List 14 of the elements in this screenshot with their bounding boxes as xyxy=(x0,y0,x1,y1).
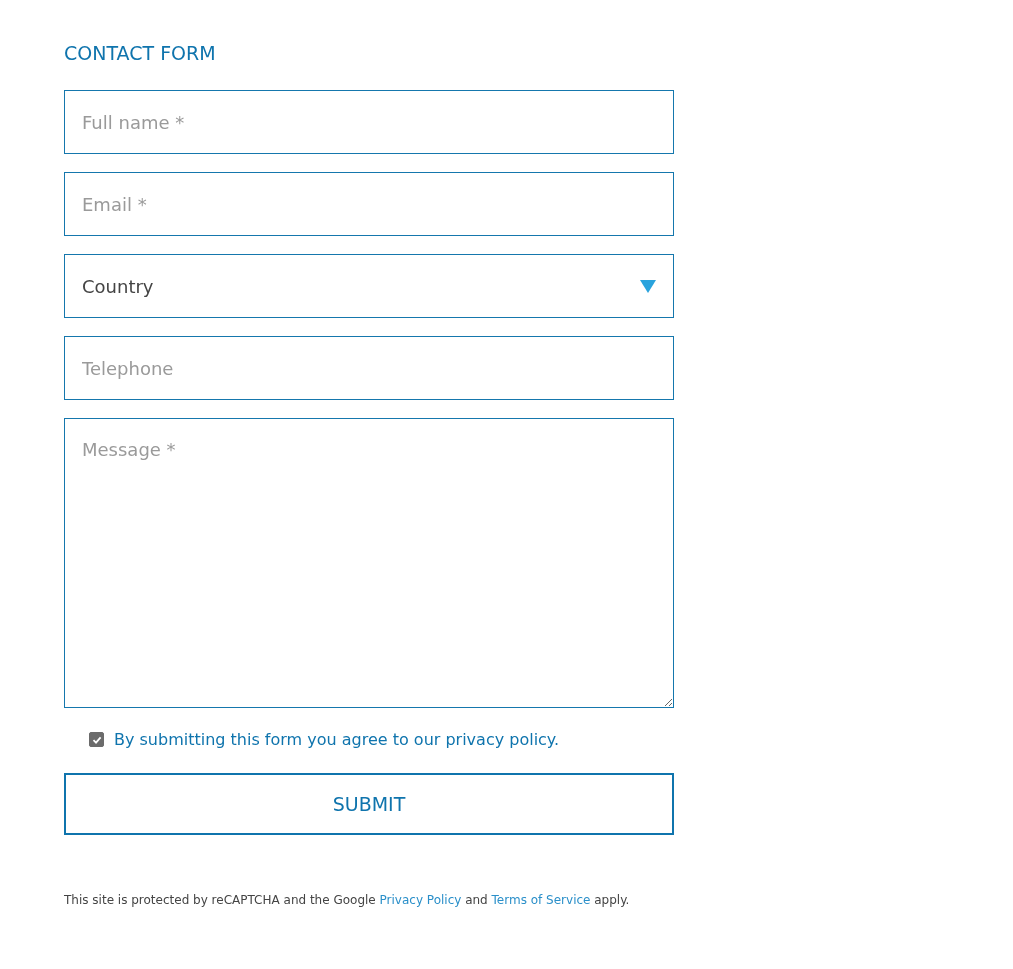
recaptcha-notice: This site is protected by reCAPTCHA and the Google Privacy Policy and Terms of Service apply. xyxy=(64,893,631,907)
notice-link[interactable]: Terms of Service xyxy=(491,893,591,907)
submit-button[interactable]: SUBMIT xyxy=(64,773,674,835)
checkbox[interactable] xyxy=(89,732,104,747)
input-field[interactable]: Telephone xyxy=(64,336,674,400)
check-icon xyxy=(91,734,102,745)
message-field[interactable]: Message * xyxy=(64,418,674,708)
input-field[interactable]: Email * xyxy=(64,172,674,236)
country-dropdown[interactable]: Country xyxy=(64,254,674,318)
consent-label[interactable]: By submitting this form you agree to our privacy policy. xyxy=(114,730,560,749)
notice-link[interactable]: Privacy Policy xyxy=(379,893,462,907)
caret-icon xyxy=(640,279,656,293)
form-title: CONTACT FORM xyxy=(64,41,217,66)
input-field[interactable]: Full name * xyxy=(64,90,674,154)
